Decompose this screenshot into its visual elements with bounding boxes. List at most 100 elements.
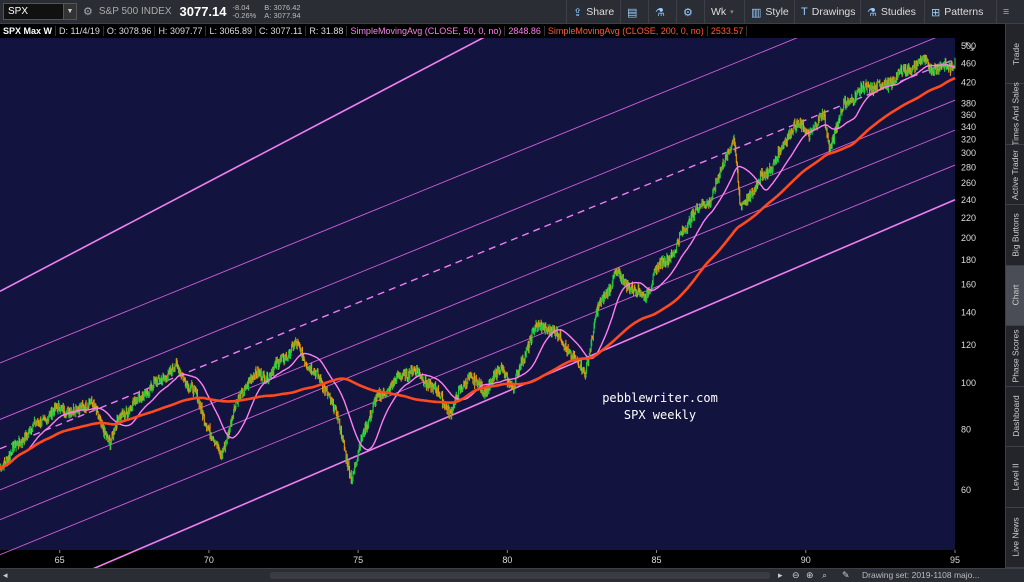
magnifier-icon[interactable]: ⌕ <box>822 570 827 581</box>
studies-label: Studies <box>880 6 916 18</box>
bottom-bar: ◂ ▸ ⊖ ⊕ ⌕ ✎ Drawing set: 2019-1108 majo.… <box>0 568 1024 582</box>
plot-area <box>0 38 955 550</box>
y-tick-label: 160 <box>961 280 976 290</box>
tab-times-and-sales[interactable]: Times And Sales <box>1006 82 1024 146</box>
y-tick-label: 140 <box>961 308 976 318</box>
bar-open: O: 3078.96 <box>104 26 156 36</box>
tab-phase-scores[interactable]: Phase Scores <box>1006 326 1024 387</box>
tab-label: Dashboard <box>1010 395 1021 438</box>
tab-live-news[interactable]: Live News <box>1006 507 1024 568</box>
patterns-label: Patterns <box>944 6 984 18</box>
y-tick-label: 240 <box>961 195 976 205</box>
share-button[interactable]: ⇪ Share <box>566 0 618 24</box>
bar-date: D: 11/4/19 <box>56 26 104 36</box>
timeframe-button[interactable]: Wk ▾ <box>704 0 744 24</box>
sma200-label: SimpleMovingAvg (CLOSE, 200, 0, no) <box>545 26 708 36</box>
y-tick-label: 300 <box>961 148 976 158</box>
tab-label: Active Trader <box>1010 149 1021 200</box>
x-tick-label: 70 <box>204 555 214 565</box>
pencil-icon[interactable]: ✎ <box>842 570 850 581</box>
thinkorswim-chart-window: SPX ▼ ⚙ S&P 500 INDEX 3077.14 -8.04 -0.2… <box>0 0 1024 582</box>
zoom-in-icon[interactable]: ⊕ <box>806 570 814 581</box>
settings-button[interactable]: ⚙ <box>676 0 704 24</box>
menu-icon: ≡ <box>1003 6 1010 18</box>
bar-high: H: 3097.77 <box>155 26 207 36</box>
tab-chart[interactable]: Chart <box>1006 265 1024 327</box>
quote-button[interactable]: ▤ <box>620 0 648 24</box>
y-tick-label: 60 <box>961 485 971 495</box>
x-tick-label: 80 <box>502 555 512 565</box>
tab-label: Times And Sales <box>1010 82 1021 146</box>
horizontal-scrollbar[interactable] <box>270 572 770 579</box>
y-tick-label: 460 <box>961 59 976 69</box>
studies-button[interactable]: ⚗ Studies <box>860 0 924 24</box>
y-tick-label: 100 <box>961 378 976 388</box>
tab-big-buttons[interactable]: Big Buttons <box>1006 205 1024 266</box>
more-button[interactable]: ≡ <box>996 0 1024 24</box>
y-tick-label: 420 <box>961 78 976 88</box>
tab-label: Chart <box>1010 285 1021 306</box>
patterns-icon: ⊞ <box>931 6 941 19</box>
y-tick-label: 260 <box>961 178 976 188</box>
symbol-selector[interactable]: SPX ▼ <box>3 3 77 20</box>
y-tick-label: 280 <box>961 163 976 173</box>
y-tick-label: 360 <box>961 110 976 120</box>
chevron-down-icon: ▾ <box>730 9 734 16</box>
price-change: -8.04 -0.26% <box>232 3 257 20</box>
x-tick-label: 75 <box>353 555 363 565</box>
chart-header-info: SPX Max W D: 11/4/19 O: 3078.96 H: 3097.… <box>0 24 1005 38</box>
sma200-value: 2533.57 <box>708 26 748 36</box>
gear-icon[interactable]: ⚙ <box>83 5 93 18</box>
tab-dashboard[interactable]: Dashboard <box>1006 386 1024 448</box>
price-chart[interactable]: 60 80 100 120 140 160 180 200 220 240 260 280 300 320… <box>0 38 1005 568</box>
y-tick-label: 80 <box>961 425 971 435</box>
drawings-label: Drawings <box>811 6 856 18</box>
x-tick-label: 85 <box>652 555 662 565</box>
share-label: Share <box>586 6 615 18</box>
y-tick-label: 180 <box>961 255 976 265</box>
x-axis-area <box>0 550 955 568</box>
chart-toolbar: SPX ▼ ⚙ S&P 500 INDEX 3077.14 -8.04 -0.2… <box>0 0 1024 24</box>
y-tick-label: 320 <box>961 135 976 145</box>
tab-label: Trade <box>1010 42 1021 65</box>
y-tick-label: 380 <box>961 99 976 109</box>
style-label: Style <box>765 6 789 18</box>
drawing-set-label[interactable]: Drawing set: 2019-1108 majo... <box>862 570 980 580</box>
scroll-thumb[interactable] <box>270 572 770 579</box>
tab-label: Big Buttons <box>1010 213 1021 257</box>
tab-trade[interactable]: Trade <box>1006 24 1024 85</box>
chevron-down-icon[interactable]: ▼ <box>63 4 76 19</box>
sma50-value: 2848.86 <box>505 26 545 36</box>
y-tick-label: 200 <box>961 233 976 243</box>
gear-icon: ⚙ <box>683 6 693 19</box>
tab-label: Live News <box>1010 517 1021 557</box>
tab-active-trader[interactable]: Active Trader <box>1006 144 1024 206</box>
zoom-out-icon[interactable]: ⊖ <box>792 570 800 581</box>
flask-button[interactable]: ⚗ <box>648 0 676 24</box>
bar-low: L: 3065.89 <box>206 26 257 36</box>
change-pct: -0.26% <box>232 10 257 20</box>
flask-icon: ⚗ <box>867 6 877 19</box>
expand-icon[interactable]: ⤡ <box>965 41 974 53</box>
style-button[interactable]: ▥ Style <box>744 0 794 24</box>
x-tick-label: 65 <box>55 555 65 565</box>
patterns-button[interactable]: ⊞ Patterns <box>924 0 996 24</box>
scroll-left-icon[interactable]: ◂ <box>3 570 8 581</box>
bar-close: C: 3077.11 <box>256 26 307 36</box>
y-tick-label: 120 <box>961 340 976 350</box>
bid-ask: B: 3076.42 A: 3077.94 <box>264 3 300 20</box>
tab-label: Level II <box>1010 463 1021 491</box>
drawings-button[interactable]: T Drawings <box>794 0 860 24</box>
x-tick-label: 95 <box>950 555 960 565</box>
tab-label: Phase Scores <box>1010 329 1021 383</box>
drawings-icon: T <box>801 6 808 18</box>
last-price: 3077.14 <box>179 4 227 19</box>
scroll-right-icon[interactable]: ▸ <box>778 570 783 581</box>
tab-level-ii[interactable]: Level II <box>1006 447 1024 508</box>
y-tick-label: 340 <box>961 122 976 132</box>
symbol-text: SPX <box>8 6 29 17</box>
x-tick-label: 90 <box>801 555 811 565</box>
style-icon: ▥ <box>751 6 762 19</box>
chart-symbol: SPX Max W <box>0 26 57 36</box>
flask-icon: ⚗ <box>655 6 665 19</box>
